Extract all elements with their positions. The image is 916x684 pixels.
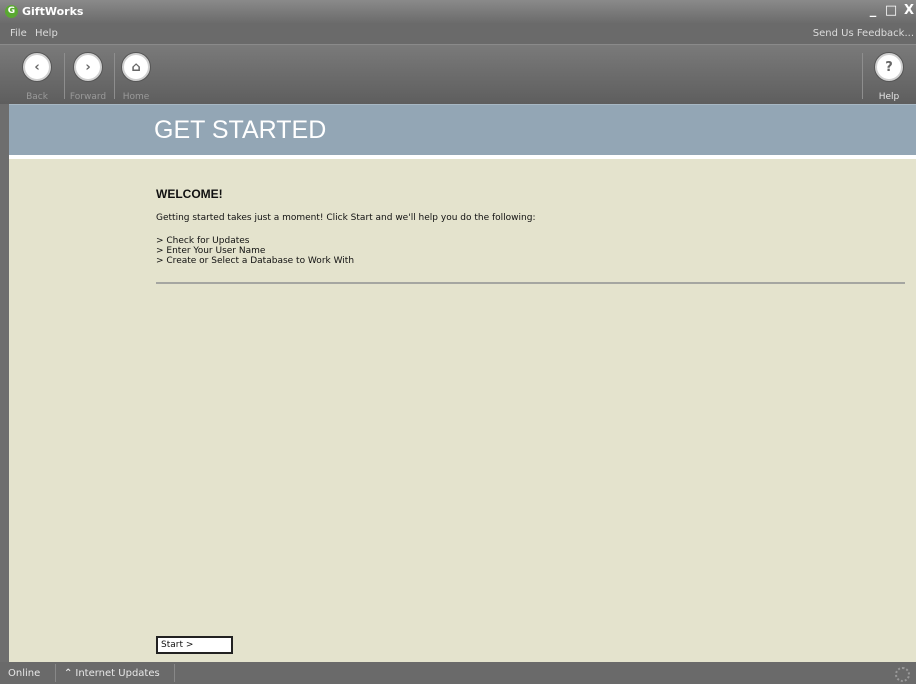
left-border (0, 104, 9, 662)
status-bar: Online ⌃ Internet Updates (0, 662, 916, 684)
menu-file[interactable]: File (10, 28, 27, 39)
forward-button[interactable]: › Forward (66, 53, 110, 102)
maximize-button[interactable]: □ (884, 4, 898, 18)
online-status: Online (8, 668, 41, 679)
main-content: WELCOME! Getting started takes just a mo… (9, 159, 916, 662)
home-button[interactable]: ⌂ Home (114, 53, 158, 102)
back-button[interactable]: ‹ Back (15, 53, 59, 102)
help-icon: ? (875, 53, 903, 81)
title-bar: G GiftWorks _ □ X (0, 0, 916, 24)
navigation-toolbar: ‹ Back › Forward ⌂ Home ? Help (0, 45, 916, 104)
forward-label: Forward (69, 92, 107, 102)
toolbar-divider (862, 53, 863, 99)
help-label: Help (878, 92, 900, 102)
window-title: GiftWorks (22, 5, 84, 18)
status-divider (174, 664, 175, 682)
home-icon: ⌂ (122, 53, 150, 81)
toolbar-divider (64, 53, 65, 99)
send-feedback-link[interactable]: Send Us Feedback... (813, 28, 914, 39)
steps-list: > Check for Updates > Enter Your User Na… (156, 236, 354, 266)
internet-updates-label: Internet Updates (75, 668, 160, 679)
minimize-button[interactable]: _ (866, 4, 880, 18)
loading-spinner-icon (895, 667, 910, 682)
intro-text: Getting started takes just a moment! Cli… (156, 213, 536, 223)
list-item: > Check for Updates (156, 236, 250, 246)
status-divider (55, 664, 56, 682)
forward-arrow-icon: › (74, 53, 102, 81)
menu-bar: File Help Send Us Feedback... (0, 24, 916, 45)
page-title: GET STARTED (154, 116, 327, 144)
close-button[interactable]: X (902, 4, 916, 18)
giftworks-logo-icon: G (5, 5, 18, 18)
list-item: > Create or Select a Database to Work Wi… (156, 256, 355, 266)
list-item: > Enter Your User Name (156, 246, 266, 256)
home-label: Home (122, 92, 150, 102)
menu-help[interactable]: Help (35, 28, 58, 39)
start-button[interactable]: Start > (156, 636, 233, 654)
welcome-heading: WELCOME! (156, 187, 223, 201)
chevron-up-icon: ⌃ (64, 668, 73, 679)
content-divider (156, 282, 905, 284)
back-label: Back (26, 92, 48, 102)
back-arrow-icon: ‹ (23, 53, 51, 81)
help-button[interactable]: ? Help (867, 53, 911, 102)
page-header: GET STARTED (9, 104, 916, 155)
internet-updates-button[interactable]: ⌃ Internet Updates (64, 668, 160, 679)
window-controls: _ □ X (866, 4, 916, 18)
